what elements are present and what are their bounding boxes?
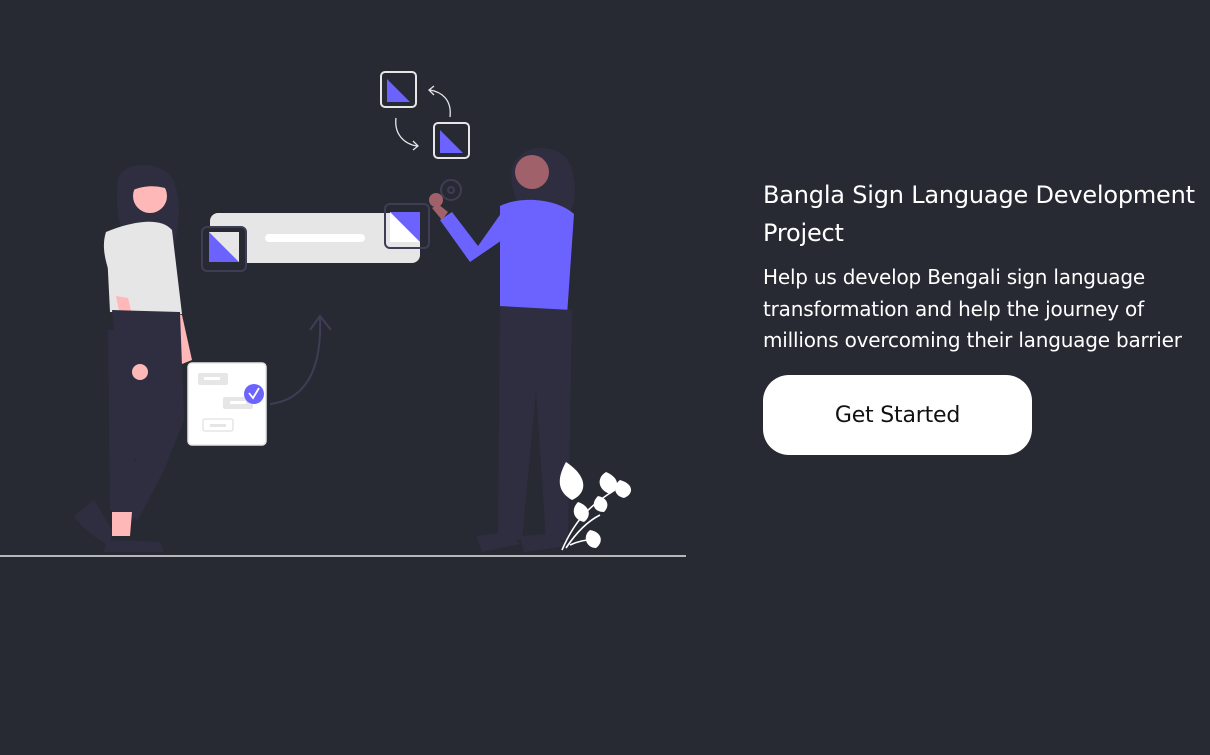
- landing-page: Bangla Sign Language Development Project…: [0, 0, 1210, 755]
- hero-text-block: Bangla Sign Language Development Project…: [763, 176, 1203, 357]
- person-woman-purple-icon: [429, 147, 575, 552]
- check-badge-icon: [244, 384, 264, 404]
- ui-bar-card: [201, 203, 430, 272]
- checklist-card-icon: [187, 362, 267, 446]
- hero-illustration: [0, 71, 686, 557]
- tap-indicator-icon: [440, 179, 462, 201]
- get-started-button[interactable]: Get Started: [763, 375, 1032, 455]
- swap-squares-icon: [380, 71, 470, 159]
- hero-subtitle: Help us develop Bengali sign language tr…: [763, 265, 1182, 352]
- plant-icon: [559, 462, 632, 551]
- person-woman-icon: [74, 164, 192, 552]
- curve-arrow-icon: [269, 314, 332, 405]
- hero-title: Bangla Sign Language Development Project: [763, 181, 1195, 247]
